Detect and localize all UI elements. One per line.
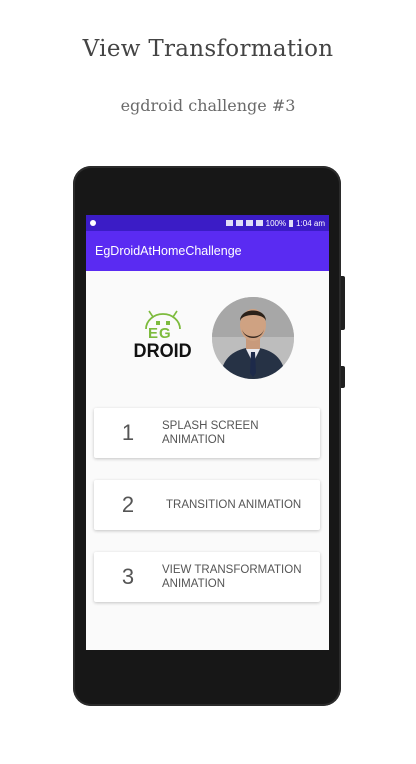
- view-transformation-animation-card[interactable]: 3 VIEW TRANSFORMATION ANIMATION: [94, 552, 320, 602]
- card-number: 2: [121, 492, 135, 517]
- card-label: TRANSITION ANIMATION: [166, 499, 302, 511]
- page-title: View Transformation: [82, 36, 334, 62]
- egdroid-logo: EG DROID: [134, 309, 192, 367]
- status-bar: 100% 1:04 am: [86, 215, 329, 231]
- page-subtitle: egdroid challenge #3: [120, 96, 296, 115]
- status-time: 1:04 am: [296, 218, 325, 228]
- notification-dot-icon: [90, 220, 96, 226]
- logo-droid-text: DROID: [133, 341, 192, 362]
- main-content: EG DROID 1 SPLASH SCREEN ANIMATION 2 TRA…: [86, 271, 329, 650]
- signal-icon: [255, 220, 263, 226]
- card-number: 1: [121, 420, 135, 445]
- battery-level: 100%: [265, 218, 287, 228]
- wifi-icon: [245, 220, 253, 226]
- volume-button: [341, 276, 345, 330]
- card-number: 3: [121, 564, 135, 589]
- app-title: EgDroidAtHomeChallenge: [95, 244, 242, 258]
- app-bar: EgDroidAtHomeChallenge: [86, 231, 329, 271]
- power-button: [341, 366, 345, 388]
- card-label: VIEW TRANSFORMATION ANIMATION: [162, 564, 302, 590]
- transition-animation-card[interactable]: 2 TRANSITION ANIMATION: [94, 480, 320, 530]
- splash-screen-animation-card[interactable]: 1 SPLASH SCREEN ANIMATION: [94, 408, 320, 458]
- battery-icon: [289, 219, 294, 227]
- phone-frame: 100% 1:04 am EgDroidAtHomeChallenge EG D…: [73, 166, 345, 706]
- profile-avatar: [212, 297, 294, 379]
- logo-eg-text: EG: [148, 325, 172, 342]
- mute-icon: [235, 220, 243, 226]
- profile-photo: [212, 297, 294, 379]
- cast-icon: [225, 220, 233, 226]
- card-label: SPLASH SCREEN ANIMATION: [162, 420, 259, 446]
- status-icons: 100% 1:04 am: [225, 218, 325, 228]
- phone-screen: 100% 1:04 am EgDroidAtHomeChallenge EG D…: [86, 215, 329, 650]
